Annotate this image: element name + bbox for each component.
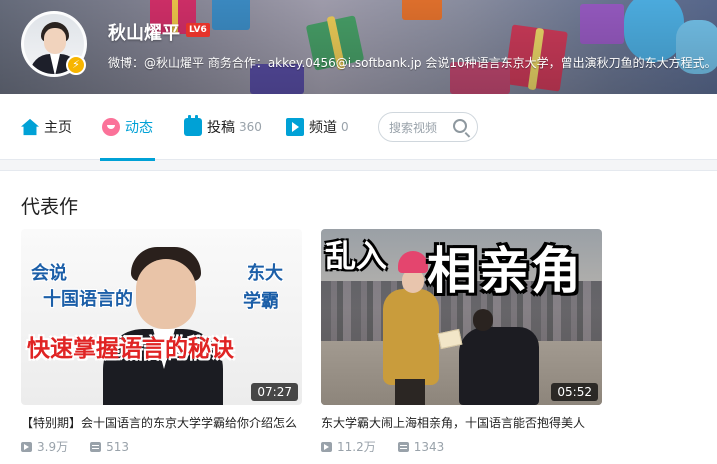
danmaku-icon [90,441,102,452]
tab-label: 动态 [125,120,153,136]
video-stats: 11.2万 1343 [321,438,602,455]
tab-uploads[interactable]: 投稿 360 [184,94,262,160]
home-icon [21,118,39,136]
section-title: 代表作 [21,196,79,218]
profile-banner: ⚡ 秋山燿平 LV6 微博：@秋山燿平 商务合作：akkey.0456@i.so… [0,0,717,94]
upload-count: 360 [239,120,262,134]
upload-icon [184,115,202,136]
video-card[interactable]: 会说 十国语言的 东大 学霸 快速掌握语言的秘诀 07:27 【特别期】会十国语… [21,229,302,455]
thumb-person [459,327,539,405]
channel-count: 0 [341,120,349,134]
level-badge: LV6 [186,23,210,37]
thumb-caption: 学霸 [243,291,279,312]
play-count-icon [21,441,32,452]
tab-label: 频道 [309,120,337,136]
profile-nav: 主页 动态 投稿 360 频道 0 [0,94,717,161]
thumb-person [398,251,428,273]
thumb-caption: 十国语言的 [43,289,133,310]
channel-icon [286,118,304,136]
dynamic-icon [102,118,120,136]
video-thumbnail[interactable]: 会说 十国语言的 东大 学霸 快速掌握语言的秘诀 07:27 [21,229,302,405]
danmaku-icon [397,441,409,452]
banner-shade [0,0,717,94]
tab-label: 投稿 [207,120,235,136]
username: 秋山燿平 [108,23,180,44]
play-count: 3.9万 [37,440,69,454]
thumb-person [136,259,196,329]
video-title[interactable]: 东大学霸大闹上海相亲角，十国语言能否抱得美人 [321,414,602,431]
tab-home[interactable]: 主页 [21,94,72,160]
thumb-person [473,309,493,331]
tab-channels[interactable]: 频道 0 [286,94,349,160]
thumb-caption: 东大 [247,263,283,284]
video-duration: 07:27 [251,383,298,401]
user-sign: 微博：@秋山燿平 商务合作：akkey.0456@i.softbank.jp 会… [108,56,712,70]
search-icon[interactable] [453,119,467,133]
thumb-person [395,379,425,405]
video-duration: 05:52 [551,383,598,401]
thumb-caption: 乱入 [325,239,387,275]
thumb-caption: 快速掌握语言的秘诀 [27,336,234,362]
video-title[interactable]: 【特别期】会十国语言的东京大学学霸给你介绍怎么 [21,414,302,431]
thumb-caption: 相亲角 [427,242,583,300]
tab-label: 主页 [44,120,72,136]
danmaku-count: 1343 [413,439,445,454]
play-count-icon [321,441,332,452]
video-card[interactable]: 乱入 相亲角 05:52 东大学霸大闹上海相亲角，十国语言能否抱得美人 11.2… [321,229,602,455]
video-search [378,112,478,142]
thumb-caption: 会说 [31,263,67,284]
masterpiece-section: 代表作 会说 十国语言的 东大 学霸 快速掌握语言的秘诀 07:27 【特别期】… [0,170,717,464]
search-input[interactable] [389,119,451,136]
avatar-face [44,28,66,54]
play-count: 11.2万 [337,440,376,454]
verified-lightning-icon: ⚡ [66,55,86,75]
thumb-person [383,289,439,385]
tab-dynamic[interactable]: 动态 [100,94,155,161]
video-thumbnail[interactable]: 乱入 相亲角 05:52 [321,229,602,405]
danmaku-count: 513 [106,439,129,454]
video-stats: 3.9万 513 [21,438,302,455]
